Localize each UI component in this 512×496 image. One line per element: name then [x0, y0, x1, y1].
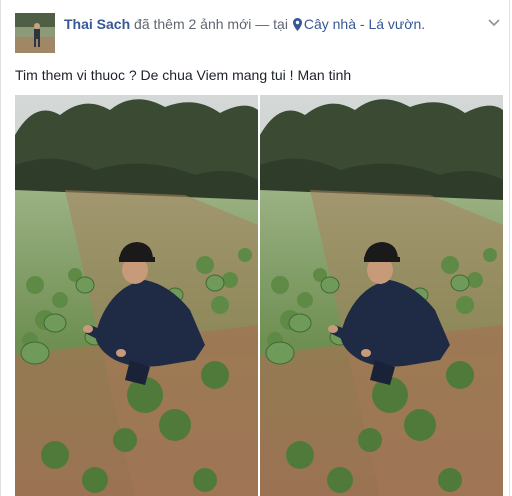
post-caption: Tim them vi thuoc ? De chua Viem mang tu… — [15, 67, 352, 83]
author-name[interactable]: Thai Sach — [64, 16, 130, 32]
feed-post: Thai Sach đã thêm 2 ảnh mới — tại Cây nh… — [0, 0, 510, 496]
post-photo-2[interactable] — [260, 95, 503, 496]
chevron-down-icon[interactable] — [488, 14, 500, 27]
location-link[interactable]: Cây nhà - Lá vườn. — [304, 16, 425, 32]
author-avatar[interactable] — [15, 13, 55, 53]
post-separator-text: — tại — [255, 16, 288, 32]
photo-2-image — [260, 95, 503, 496]
post-action-text: đã thêm 2 ảnh mới — [134, 16, 252, 32]
post-header: Thai Sach đã thêm 2 ảnh mới — tại Cây nh… — [64, 15, 425, 33]
photo-1-image — [15, 95, 258, 496]
map-pin-icon — [292, 17, 302, 31]
post-photo-1[interactable] — [15, 95, 258, 496]
